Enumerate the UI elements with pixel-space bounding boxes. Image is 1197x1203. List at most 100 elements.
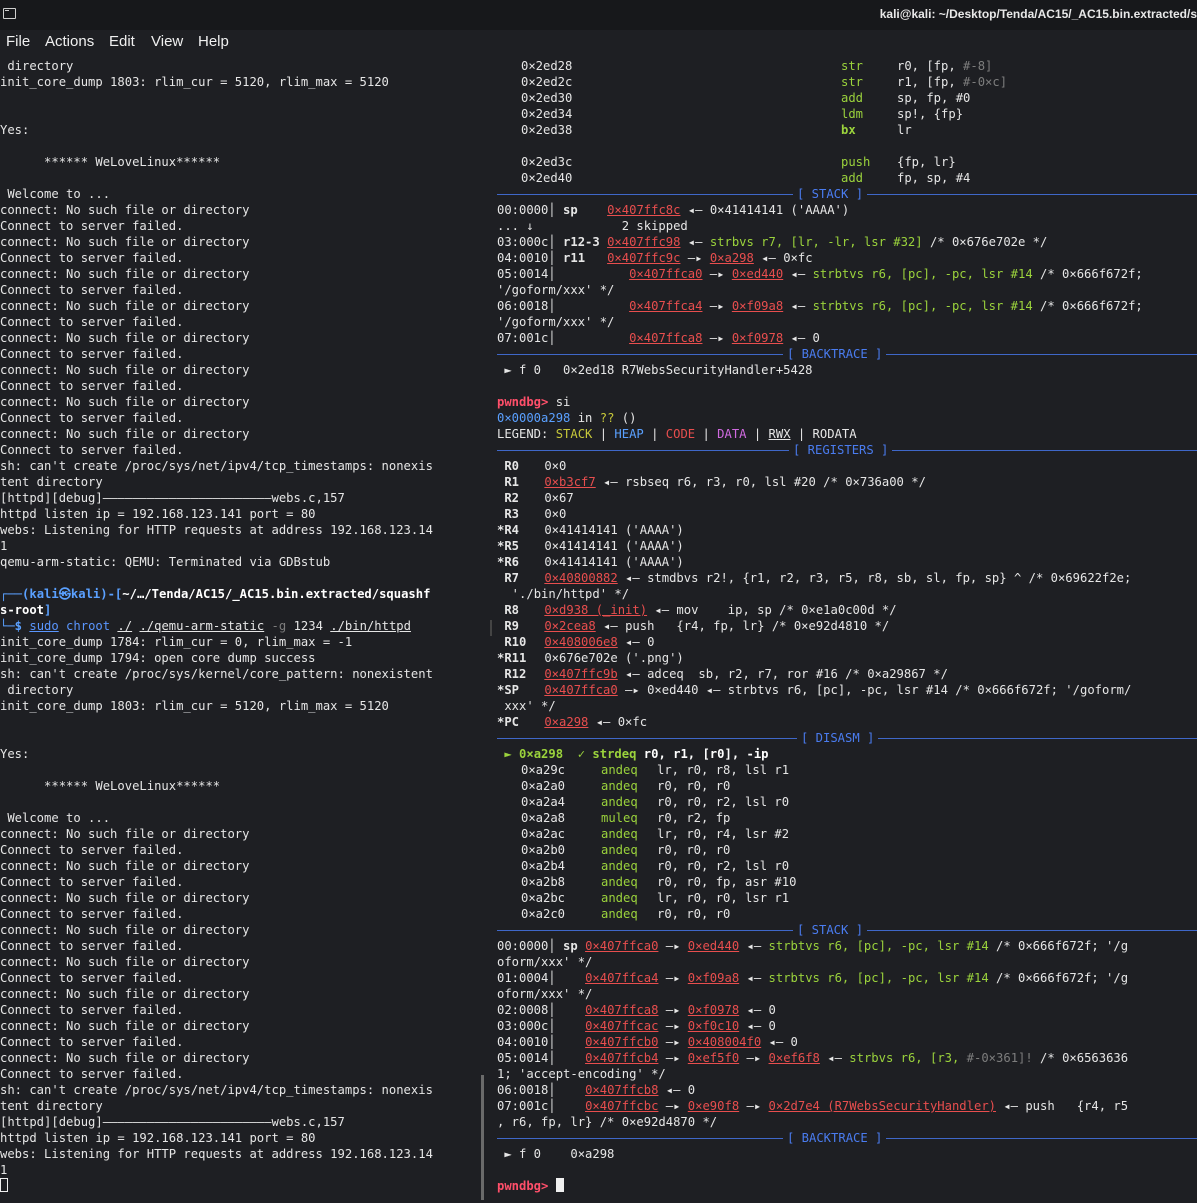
section-title: [ STACK ]: [793, 922, 868, 938]
register-value: xxx' */: [504, 699, 556, 713]
stack-line: 04:0010│ r11 0×407ffc9c —▸ 0×a298 ◂— 0×f…: [497, 251, 813, 265]
register-name: R8: [504, 603, 520, 617]
prompt-bracket: ]: [44, 603, 52, 617]
disasm-op: bx: [841, 123, 856, 137]
cmd-arg: 1234: [293, 619, 331, 633]
stack-reg: r11: [563, 251, 586, 265]
output-line: connect: No such file or directory: [0, 299, 250, 313]
stack-index: 06:0018│: [497, 1083, 586, 1097]
disasm-args: r0, r0, r2, lsl r0: [657, 795, 790, 809]
output-line: Connect to server failed.: [0, 907, 184, 921]
output-line: Connect to server failed.: [0, 971, 184, 985]
output-line: Yes:: [0, 123, 30, 137]
prompt-path: s-root: [0, 603, 45, 617]
backtrace-frame: ► f 0 0×a298: [497, 1147, 615, 1161]
register-deref: ◂— adceq sb, r2, r7, ror #16 /* 0×a29867…: [617, 667, 948, 681]
output-line: Connect to server failed.: [0, 875, 184, 889]
disasm-op: andeq: [601, 907, 638, 921]
register-pointer: 0×2cea8: [544, 619, 596, 633]
left-terminal-pane[interactable]: directory init_core_dump 1803: rlim_cur …: [0, 56, 484, 1203]
menu-actions[interactable]: Actions: [45, 33, 94, 50]
register-row: xxx' */: [497, 698, 556, 714]
register-name: R11: [504, 651, 527, 665]
pwndbg-input-line[interactable]: pwndbg>: [497, 1178, 564, 1194]
stack-index: 07:001c│: [497, 331, 564, 345]
prompt-bracket: ┌──(: [0, 587, 30, 601]
register-name: R0: [504, 459, 520, 473]
disasm-args: fp, sp, #4: [897, 171, 971, 185]
pwndbg-prompt: pwndbg>: [497, 1179, 549, 1193]
output-line: sh: can't create /proc/sys/kernel/core_p…: [0, 667, 433, 681]
legend-sep: |: [695, 427, 718, 441]
disasm-args: {fp, lr}: [897, 155, 956, 169]
section-title: [ DISASM ]: [797, 730, 879, 746]
output-line: Welcome to ...: [0, 811, 111, 825]
menu-edit[interactable]: Edit: [109, 33, 135, 50]
stack-skip: ... ↓ 2 skipped: [497, 219, 688, 233]
disasm-args: r0, r2, fp: [657, 811, 731, 825]
section-separator-stack: [ STACK ]: [497, 922, 1197, 938]
register-deref: ◂— 0: [617, 635, 655, 649]
register-row: *SP 0×407ffca0 —▸ 0×ed440 ◂— strbtvs r6, …: [497, 682, 1131, 698]
pwndbg-prompt: pwndbg>: [497, 395, 549, 409]
output-line: Connect to server failed.: [0, 1067, 184, 1081]
register-changed-mark: *: [497, 651, 505, 665]
menu-view[interactable]: View: [151, 33, 183, 50]
location-in: in: [570, 411, 600, 425]
disasm-args: r0, r0, r0: [657, 779, 731, 793]
stack-insn: strbtvs r6, [pc], -pc, lsr #14: [812, 299, 1033, 313]
disasm-addr: 0×2ed38: [521, 123, 573, 137]
register-name: R7: [504, 571, 520, 585]
register-row: R8 0×d938 (_init) ◂— mov ip, sp /* 0×e1a0…: [497, 602, 896, 618]
register-name: R2: [504, 491, 520, 505]
disasm-addr: 0×2ed2c: [521, 75, 573, 89]
legend-sep: |: [592, 427, 615, 441]
disasm-line: 0×2ed34 ldm sp!, {fp}: [521, 106, 963, 122]
output-line: Connect to server failed.: [0, 315, 184, 329]
disasm-line: 0×a2b0 andeq r0, r0, r0: [521, 842, 730, 858]
legend-stack: STACK: [555, 427, 593, 441]
stack-ptr: 0×ed440: [731, 267, 784, 281]
stack-line: 03:000c│ 0×407ffcac —▸ 0×f0c10 ◂— 0: [497, 1019, 776, 1033]
pane-divider[interactable]: [490, 620, 492, 636]
register-row: R7 0×40800882 ◂— stmdbvs r2!, {r1, r2, r3…: [497, 570, 1131, 586]
legend-rodata: | RODATA: [790, 427, 857, 441]
menu-file[interactable]: File: [6, 33, 30, 50]
shell-prompt-line: ┌──(kali㉿kali)-[~/…/Tenda/AC15/_AC15.bin…: [0, 586, 430, 602]
output-line: ****** WeLoveLinux******: [0, 155, 221, 169]
menu-help[interactable]: Help: [198, 33, 229, 50]
stack-comment: /* 0×666f672f; '/g: [988, 971, 1129, 985]
output-line: directory: [0, 683, 74, 697]
disasm-op: add: [841, 91, 864, 105]
register-pointer: 0×40800882: [544, 571, 618, 585]
output-line: Connect to server failed.: [0, 939, 184, 953]
register-pointer: 0×d938 (_init): [544, 603, 648, 617]
output-line: tent directory: [0, 1099, 103, 1113]
stack-value: ◂— 0: [761, 1035, 798, 1049]
register-row: R1 0×b3cf7 ◂— rsbseq r6, r3, r0, lsl #20 …: [497, 474, 926, 490]
register-changed-mark: [497, 603, 504, 617]
stack-line-cont: '/goform/xxx' */: [497, 315, 615, 329]
pwndbg-terminal-pane[interactable]: 0×2ed28 str r0, [fp, #-8] 0×2ed2c str r1, [f…: [497, 56, 1197, 1203]
output-line: connect: No such file or directory: [0, 827, 250, 841]
legend-line: LEGEND: STACK | HEAP | CODE | DATA | RWX…: [497, 426, 857, 442]
disasm-op: andeq: [601, 779, 638, 793]
register-row: R10 0×408006e8 ◂— 0: [497, 634, 654, 650]
stack-ptr: 0×f0c10: [687, 1019, 740, 1033]
disasm-addr: 0×2ed34: [521, 107, 573, 121]
output-line: connect: No such file or directory: [0, 427, 250, 441]
disasm-addr: 0×a2a8: [521, 811, 566, 825]
register-deref: ◂— rsbseq r6, r3, r0, lsl #20 /* 0×736a0…: [595, 475, 926, 489]
disasm-addr: 0×a29c: [521, 763, 566, 777]
output-line: connect: No such file or directory: [0, 987, 250, 1001]
stack-ptr: 0×e90f8: [687, 1099, 740, 1113]
stack-index: 00:0000│: [497, 203, 564, 217]
disasm-args: r0, r0, r0: [657, 843, 731, 857]
stack-line: 06:0018│ 0×407ffca4 —▸ 0×f09a8 ◂— strbtv…: [497, 299, 1143, 313]
disasm-args-text: r1, [fp,: [897, 75, 964, 89]
output-line: Connect to server failed.: [0, 251, 184, 265]
left-scrollbar[interactable]: [481, 1075, 484, 1200]
disasm-line: 0×2ed3c push {fp, lr}: [521, 154, 956, 170]
output-line: [httpd][debug]———————————————————————web…: [0, 1115, 345, 1129]
output-line: httpd listen ip = 192.168.123.141 port =…: [0, 507, 316, 521]
